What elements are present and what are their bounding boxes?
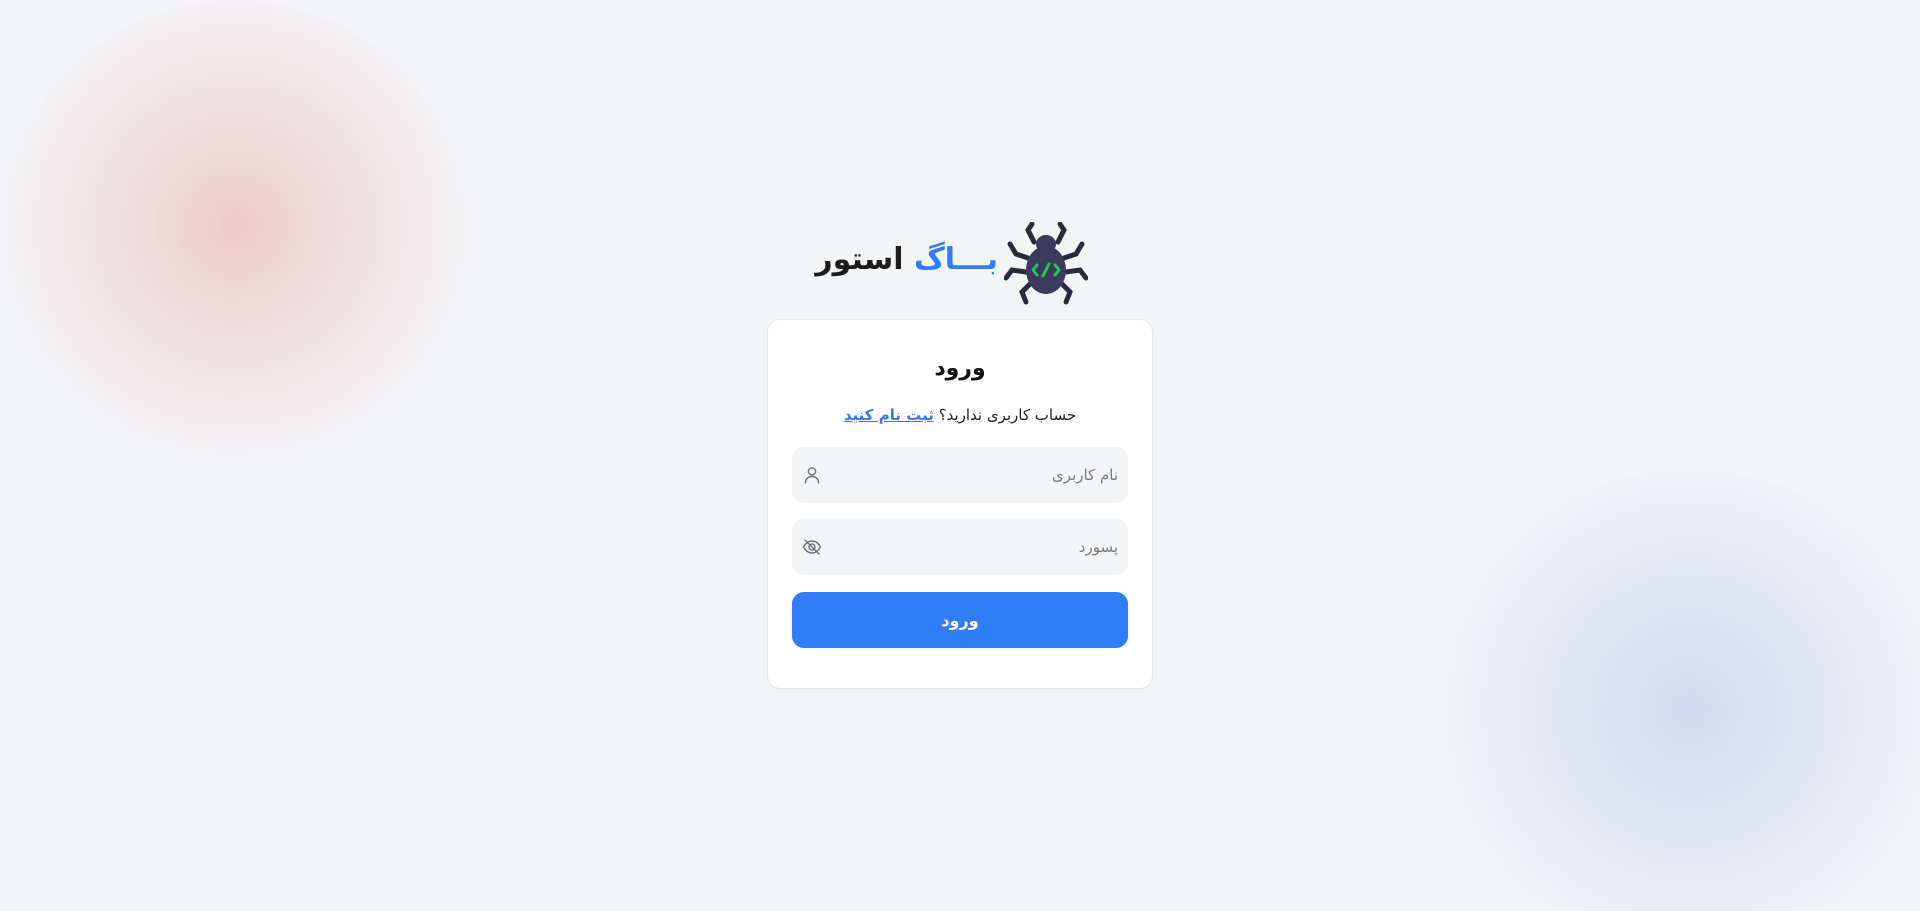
- login-submit-button[interactable]: ورود: [792, 592, 1128, 648]
- username-field[interactable]: [792, 447, 1128, 503]
- signup-prompt-row: حساب کاربری ندارید؟ ثبت نام کنید: [768, 406, 1152, 424]
- brand-logo: بـــاگ استور: [815, 222, 1090, 306]
- login-card: ورود حساب کاربری ندارید؟ ثبت نام کنید نا…: [768, 320, 1152, 688]
- background-blob-red: [0, 0, 470, 470]
- signup-prompt-text: حساب کاربری ندارید؟: [938, 406, 1077, 424]
- bug-code-icon: [1004, 222, 1088, 305]
- eye-off-icon[interactable]: [802, 537, 822, 557]
- signup-link[interactable]: ثبت نام کنید: [844, 406, 934, 424]
- login-title: ورود: [934, 356, 986, 381]
- brand-name: بـــاگ استور: [815, 242, 998, 278]
- login-page: بـــاگ استور ورود حساب کاربری ندارید؟ ثب…: [0, 0, 1920, 911]
- brand-name-dark: استور: [815, 242, 904, 277]
- username-input[interactable]: [848, 447, 1118, 503]
- background-blob-blue: [1430, 470, 1920, 911]
- user-icon: [804, 467, 820, 484]
- password-field[interactable]: [792, 519, 1128, 575]
- password-input[interactable]: [848, 519, 1118, 575]
- brand-name-blue: بـــاگ: [913, 242, 998, 277]
